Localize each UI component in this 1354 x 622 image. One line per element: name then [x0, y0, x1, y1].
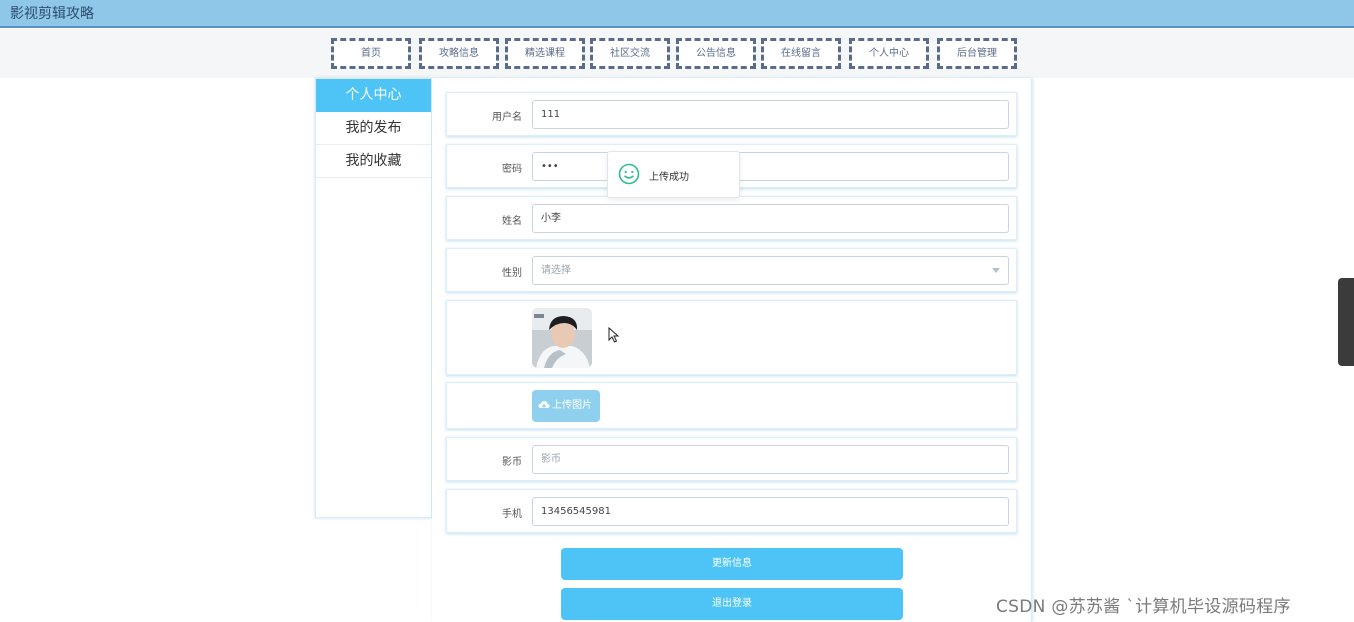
gender-select-value: 请选择	[541, 265, 571, 276]
nav-profile[interactable]: 个人中心	[849, 38, 929, 69]
upload-row: 上传图片	[446, 382, 1017, 429]
main-nav: 首页 攻略信息 精选课程 社区交流 公告信息 在线留言 个人中心 后台管理	[0, 29, 1354, 78]
mouse-cursor-icon	[608, 327, 620, 343]
phone-label: 手机	[502, 509, 522, 520]
watermark: CSDN @苏苏酱 `计算机毕设源码程序	[996, 597, 1291, 617]
phone-row: 手机 13456545981	[446, 489, 1017, 533]
name-input[interactable]: 小李	[532, 204, 1009, 233]
chevron-down-icon	[992, 268, 1000, 273]
coins-label: 影币	[502, 457, 522, 468]
password-label: 密码	[502, 164, 522, 175]
gender-label: 性别	[502, 268, 522, 279]
logout-button[interactable]: 退出登录	[561, 588, 903, 620]
toast-message: 上传成功	[649, 172, 689, 183]
sidebar-item-favorites[interactable]: 我的收藏	[316, 145, 431, 178]
username-input[interactable]: 111	[532, 100, 1009, 129]
app-title: 影视剪辑攻略	[10, 6, 94, 22]
success-toast: 上传成功	[607, 151, 740, 198]
name-row: 姓名 小李	[446, 196, 1017, 240]
sidebar-item-profile[interactable]: 个人中心	[316, 79, 431, 112]
nav-courses[interactable]: 精选课程	[505, 38, 585, 69]
nav-admin[interactable]: 后台管理	[937, 38, 1017, 69]
username-row: 用户名 111	[446, 92, 1017, 136]
top-bar: 影视剪辑攻略	[0, 0, 1354, 28]
upload-image-button[interactable]: 上传图片	[532, 390, 600, 422]
avatar-row	[446, 300, 1017, 375]
nav-messages[interactable]: 在线留言	[761, 38, 841, 69]
smile-icon	[618, 163, 640, 185]
password-input[interactable]: •••	[532, 152, 1009, 181]
phone-input[interactable]: 13456545981	[532, 497, 1009, 526]
upload-image-label: 上传图片	[552, 400, 592, 411]
side-scroll-handle[interactable]	[1338, 278, 1354, 366]
avatar-image	[532, 308, 592, 368]
sidebar-item-my-posts[interactable]: 我的发布	[316, 112, 431, 145]
update-info-button[interactable]: 更新信息	[561, 548, 903, 580]
coins-input[interactable]: 影币	[532, 445, 1009, 474]
cloud-upload-icon	[538, 401, 550, 410]
nav-announcements[interactable]: 公告信息	[676, 38, 756, 69]
coins-row: 影币 影币	[446, 437, 1017, 481]
sidebar: 个人中心 我的发布 我的收藏	[315, 78, 432, 518]
username-label: 用户名	[492, 112, 522, 123]
nav-community[interactable]: 社区交流	[590, 38, 670, 69]
nav-home[interactable]: 首页	[331, 38, 411, 69]
nav-guides[interactable]: 攻略信息	[419, 38, 499, 69]
gender-row: 性别 请选择	[446, 248, 1017, 292]
name-label: 姓名	[502, 216, 522, 227]
gender-select[interactable]: 请选择	[532, 256, 1009, 285]
